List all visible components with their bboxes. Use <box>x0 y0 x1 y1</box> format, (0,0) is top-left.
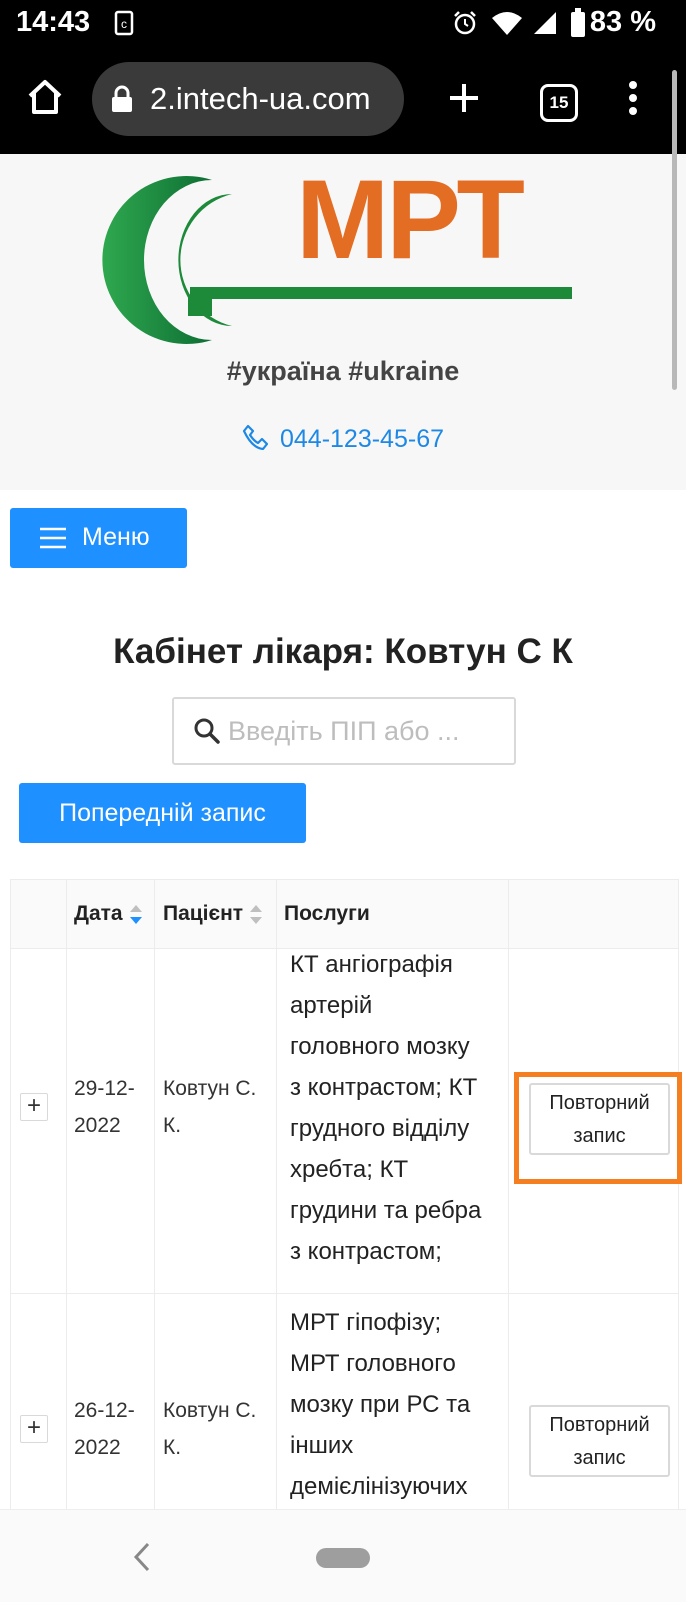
signal-icon <box>534 12 556 34</box>
page-title: Кабінет лікаря: Ковтун С К <box>113 632 573 671</box>
sort-icon[interactable] <box>249 902 263 928</box>
row-date: 29-12- 2022 <box>74 1077 135 1137</box>
address-bar[interactable]: 2.intech-ua.com <box>92 62 404 136</box>
row-services: КТ ангіографія артерій головного мозку з… <box>290 951 482 1265</box>
sim-icon: c <box>114 10 134 36</box>
url-text: 2.intech-ua.com <box>150 81 371 116</box>
phone-link[interactable]: 044-123-45-67 <box>0 424 686 454</box>
menu-button[interactable]: Меню <box>10 508 187 568</box>
wifi-icon <box>492 12 522 35</box>
logo-brand-text: МРТ <box>296 157 525 282</box>
home-gesture-pill[interactable] <box>316 1548 370 1568</box>
battery-percent: 83 % <box>589 6 656 38</box>
appointments-table: Дата Пацієнт Послуги + 29-12- 2022 Ковту… <box>10 879 679 1511</box>
alarm-icon <box>454 11 476 35</box>
browser-toolbar: 2.intech-ua.com 15 <box>0 50 686 154</box>
more-menu-icon[interactable] <box>626 80 640 116</box>
previous-record-button[interactable]: Попередній запис <box>19 783 306 843</box>
sort-icon[interactable] <box>129 902 143 928</box>
navigation-bar <box>0 1509 686 1602</box>
row-patient: Ковтун С. К. <box>163 1077 257 1137</box>
hashtags: #україна #ukraine <box>226 356 460 386</box>
back-icon[interactable] <box>132 1542 152 1572</box>
home-icon[interactable] <box>26 78 64 116</box>
scrollbar[interactable] <box>672 70 677 390</box>
hamburger-icon <box>40 527 66 549</box>
lock-icon <box>112 85 132 112</box>
expand-row-icon[interactable]: + <box>20 1415 48 1443</box>
svg-text:c: c <box>121 17 127 31</box>
repeat-record-button[interactable]: Повторний запис <box>529 1405 670 1477</box>
search-icon <box>194 718 220 744</box>
row-date: 26-12- 2022 <box>74 1399 135 1459</box>
expand-row-icon[interactable]: + <box>20 1093 48 1121</box>
search-box[interactable] <box>172 697 516 765</box>
header-services: Послуги <box>284 902 370 925</box>
status-bar: 14:43 c 83 % <box>0 0 686 50</box>
row-patient: Ковтун С. К. <box>163 1399 257 1459</box>
highlight-box <box>514 1072 682 1184</box>
phone-number: 044-123-45-67 <box>279 425 444 453</box>
search-input[interactable] <box>226 709 502 753</box>
header-patient[interactable]: Пацієнт <box>163 902 243 926</box>
battery-icon <box>571 8 585 37</box>
new-tab-icon[interactable] <box>446 80 482 116</box>
row-services: МРТ гіпофізу; МРТ головного мозку при РС… <box>290 1309 471 1500</box>
menu-label: Меню <box>82 523 150 551</box>
header-date[interactable]: Дата <box>74 902 123 926</box>
phone-icon <box>242 424 269 451</box>
status-time: 14:43 <box>16 6 91 38</box>
tab-switcher-button[interactable]: 15 <box>540 84 578 122</box>
site-header: МРТ #україна #ukraine 044-123-45-67 <box>0 154 686 490</box>
